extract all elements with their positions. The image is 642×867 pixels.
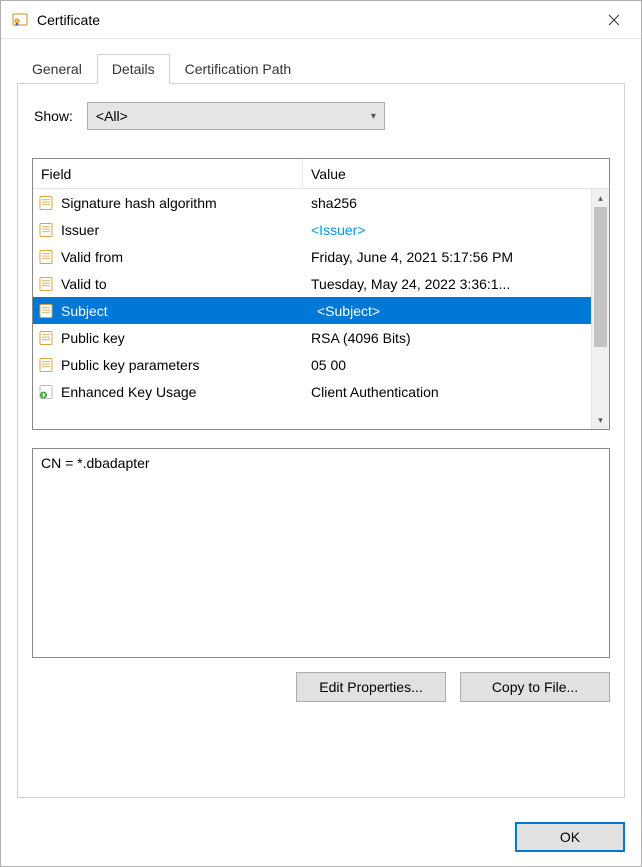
row-field-label: Signature hash algorithm [61,195,217,211]
table-row[interactable]: Public key RSA (4096 Bits) [33,324,609,351]
extension-icon: ↓ [37,383,57,401]
edit-properties-button[interactable]: Edit Properties... [296,672,446,702]
chevron-down-icon: ▾ [371,111,376,122]
table-row[interactable]: Issuer <Issuer> [33,216,609,243]
show-value: <All> [96,108,128,124]
row-field-cell: Public key [33,329,303,347]
detail-text: CN = *.dbadapter [41,455,150,471]
table-row[interactable]: Subject <Subject> [33,297,609,324]
show-row: Show: <All> ▾ [32,102,610,130]
row-value-cell: Friday, June 4, 2021 5:17:56 PM [303,249,609,265]
close-button[interactable] [591,4,637,36]
row-field-cell: Signature hash algorithm [33,194,303,212]
scroll-up-icon[interactable]: ▴ [592,189,609,207]
col-header-value[interactable]: Value [303,159,591,188]
field-doc-icon [37,221,57,239]
tab-strip: General Details Certification Path [17,53,625,84]
tab-certification-path[interactable]: Certification Path [170,54,307,84]
row-field-cell: Valid to [33,275,303,293]
row-value-cell: RSA (4096 Bits) [303,330,609,346]
ok-button[interactable]: OK [515,822,625,852]
field-doc-icon [37,302,57,320]
dialog-body: General Details Certification Path Show:… [1,39,641,810]
table-row[interactable]: ↓ Enhanced Key Usage Client Authentication [33,378,609,405]
row-field-cell: Issuer [33,221,303,239]
scroll-track[interactable] [592,207,609,411]
table-row[interactable]: Signature hash algorithm sha256 [33,189,609,216]
window-title: Certificate [37,12,591,28]
grid-rows: Signature hash algorithm sha256 Issuer <Iss… [33,189,609,429]
certificate-icon [11,11,29,29]
row-value-cell: Client Authentication [303,384,609,400]
row-value-cell: 05 00 [303,357,609,373]
scroll-thumb[interactable] [594,207,607,347]
row-field-label: Valid to [61,276,107,292]
close-icon [608,14,620,26]
titlebar: Certificate [1,1,641,39]
field-doc-icon [37,248,57,266]
copy-to-file-button[interactable]: Copy to File... [460,672,610,702]
show-label: Show: [34,108,73,124]
field-doc-icon [37,275,57,293]
row-field-label: Public key [61,330,125,346]
field-doc-icon [37,194,57,212]
table-row[interactable]: Valid to Tuesday, May 24, 2022 3:36:1... [33,270,609,297]
tab-general[interactable]: General [17,54,97,84]
fields-list: Field Value Signature hash algorithm sha2… [32,158,610,430]
row-field-cell: Subject [33,302,303,320]
field-doc-icon [37,356,57,374]
detail-text-box[interactable]: CN = *.dbadapter [32,448,610,658]
row-value-cell: <Subject> [303,303,609,319]
row-value-cell: <Issuer> [303,222,609,238]
show-dropdown[interactable]: <All> ▾ [87,102,385,130]
row-field-label: Enhanced Key Usage [61,384,196,400]
row-value-cell: sha256 [303,195,609,211]
scrollbar[interactable]: ▴ ▾ [591,189,609,429]
tab-details[interactable]: Details [97,54,170,84]
details-pane: Show: <All> ▾ Field Value Signature hash… [17,84,625,798]
row-field-label: Public key parameters [61,357,200,373]
certificate-dialog: Certificate General Details Certificatio… [0,0,642,867]
row-value-cell: Tuesday, May 24, 2022 3:36:1... [303,276,609,292]
row-field-cell: Valid from [33,248,303,266]
row-field-cell: ↓ Enhanced Key Usage [33,383,303,401]
row-field-label: Subject [61,303,108,319]
scroll-down-icon[interactable]: ▾ [592,411,609,429]
row-field-label: Valid from [61,249,123,265]
col-header-field[interactable]: Field [33,159,303,188]
row-field-label: Issuer [61,222,99,238]
table-row[interactable]: Valid from Friday, June 4, 2021 5:17:56 P… [33,243,609,270]
dialog-footer: OK [1,810,641,866]
action-buttons: Edit Properties... Copy to File... [32,672,610,702]
row-field-cell: Public key parameters [33,356,303,374]
table-row[interactable]: Public key parameters 05 00 [33,351,609,378]
svg-text:↓: ↓ [42,393,45,399]
field-doc-icon [37,329,57,347]
grid-header: Field Value [33,159,609,189]
